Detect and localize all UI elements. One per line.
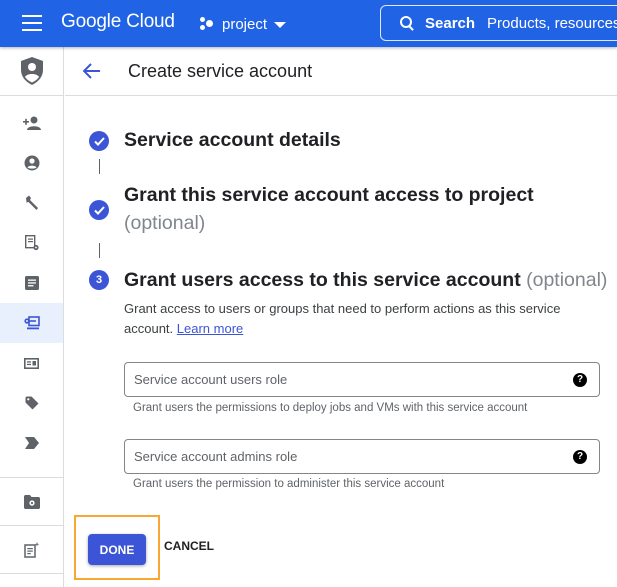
person-add-icon (22, 116, 41, 130)
top-app-bar: Google Cloud project Search Products, re… (0, 0, 617, 47)
tag-icon (25, 396, 38, 410)
search-placeholder: Products, resources (487, 14, 617, 32)
nav-item-workload-identity[interactable] (0, 343, 63, 383)
main-menu-button[interactable] (22, 15, 42, 31)
menu-line (22, 29, 42, 31)
folder-settings-icon (23, 494, 40, 509)
nav-item-policy-analyzer[interactable] (0, 223, 63, 263)
nav-item-settings[interactable] (0, 463, 63, 477)
article-icon (24, 276, 39, 290)
nav-item-release-notes[interactable] (0, 526, 63, 574)
field-hint: Grant users the permissions to deploy jo… (133, 402, 528, 414)
cancel-button[interactable]: CANCEL (164, 539, 214, 553)
search-icon (400, 16, 414, 30)
page-header: Create service account (65, 47, 617, 96)
step-description: Grant access to users or groups that nee… (124, 299, 594, 339)
account-circle-icon (24, 155, 39, 171)
step-title[interactable]: Grant this service account access to pro… (124, 181, 534, 237)
menu-line (22, 22, 42, 24)
help-icon[interactable]: ? (573, 372, 587, 387)
nav-item-org-policies[interactable] (0, 263, 63, 303)
service-account-users-role-field[interactable]: Service account users role ? (124, 362, 600, 397)
optional-label: (optional) (124, 212, 206, 234)
nav-item-labels[interactable] (0, 383, 63, 423)
side-navigation (0, 47, 64, 587)
release-notes-icon (23, 541, 39, 558)
nav-item-add-principal[interactable] (0, 103, 63, 143)
google-cloud-logo[interactable]: Google Cloud (61, 11, 175, 33)
project-picker[interactable]: project (200, 13, 287, 35)
nav-item-service-accounts[interactable] (0, 303, 63, 343)
step-complete-check-icon (89, 131, 109, 151)
iam-product-header[interactable] (0, 47, 63, 96)
optional-label: (optional) (526, 269, 608, 291)
nav-item-identity[interactable] (0, 143, 63, 183)
learn-more-link[interactable]: Learn more (177, 321, 243, 336)
iam-shield-icon (20, 57, 43, 85)
main-content: Create service account Service account d… (65, 47, 617, 587)
page-title: Create service account (128, 60, 313, 81)
nav-scroll-list[interactable] (0, 96, 63, 478)
done-highlight: DONE (74, 515, 160, 580)
done-button[interactable]: DONE (88, 534, 146, 565)
nav-item-tags[interactable] (0, 423, 63, 463)
step-connector (99, 159, 100, 174)
step-title-text: Grant users access to this service accou… (124, 269, 521, 291)
menu-line (22, 15, 42, 17)
policy-document-icon (24, 235, 39, 251)
wrench-icon (25, 195, 38, 210)
search-bar[interactable]: Search Products, resources (380, 5, 617, 41)
search-label: Search (425, 14, 476, 32)
project-name: project (222, 15, 268, 33)
id-card-icon (24, 357, 39, 369)
back-button[interactable] (81, 60, 103, 82)
step-number-badge: 3 (89, 270, 109, 290)
nav-item-troubleshooter[interactable] (0, 183, 63, 223)
project-icon (200, 17, 214, 31)
field-label: Service account admins role (134, 449, 298, 464)
step-connector (99, 243, 100, 258)
step-title-text: Service account details (124, 129, 341, 151)
field-hint: Grant users the permission to administer… (133, 478, 445, 490)
step-title-text: Grant this service account access to pro… (124, 184, 534, 206)
service-account-key-icon (23, 316, 40, 330)
dropdown-caret-icon (274, 22, 287, 28)
field-label: Service account users role (134, 372, 288, 387)
help-icon[interactable]: ? (573, 449, 587, 464)
service-account-admins-role-field[interactable]: Service account admins role ? (124, 439, 600, 474)
step-title[interactable]: Grant users access to this service accou… (124, 266, 607, 294)
step-complete-check-icon (89, 200, 109, 220)
step-title[interactable]: Service account details (124, 126, 341, 154)
label-arrow-icon (24, 437, 39, 449)
nav-item-manage-resources[interactable] (0, 478, 63, 526)
arrow-back-icon (83, 63, 100, 79)
